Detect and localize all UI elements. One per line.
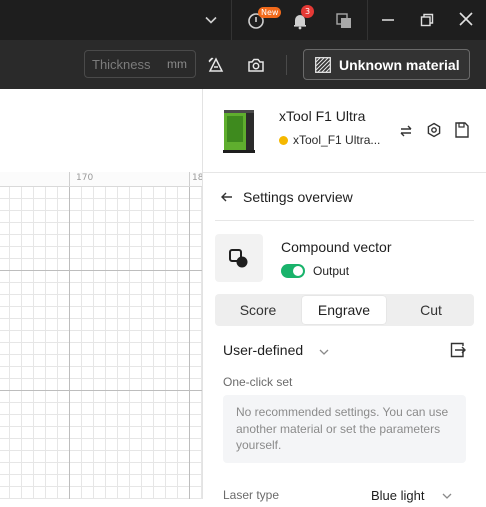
horizontal-ruler: 170 18 bbox=[0, 172, 203, 187]
device-thumbnail bbox=[221, 108, 257, 156]
save-icon[interactable] bbox=[453, 121, 471, 139]
object-thumbnail bbox=[215, 234, 263, 282]
toggle-knob bbox=[293, 266, 303, 276]
camera-icon[interactable] bbox=[245, 54, 267, 76]
object-name: Compound vector bbox=[281, 239, 392, 255]
device-connection[interactable]: xTool_F1 Ultra... bbox=[293, 133, 380, 147]
new-badge: New bbox=[258, 7, 282, 18]
chevron-down-icon bbox=[441, 489, 453, 507]
ruler-label-170: 170 bbox=[76, 173, 94, 183]
tab-cut[interactable]: Cut bbox=[388, 296, 474, 324]
tab-score[interactable]: Score bbox=[215, 296, 301, 324]
ruler-tick bbox=[189, 172, 190, 186]
settings-divider bbox=[215, 220, 474, 221]
close-icon[interactable] bbox=[457, 10, 475, 28]
toolbar-divider bbox=[286, 55, 287, 75]
chevron-down-icon bbox=[318, 345, 330, 363]
laser-type-dropdown[interactable]: Blue light bbox=[371, 487, 461, 503]
panel-divider bbox=[202, 89, 203, 499]
titlebar-divider bbox=[231, 0, 232, 40]
thickness-field[interactable]: mm bbox=[84, 50, 196, 78]
notification-count-badge: 3 bbox=[301, 5, 314, 18]
switch-device-icon[interactable] bbox=[397, 122, 415, 140]
minimize-icon[interactable] bbox=[380, 12, 396, 28]
laser-type-value: Blue light bbox=[371, 488, 425, 503]
material-texture-icon bbox=[315, 56, 331, 73]
auto-measure-icon[interactable] bbox=[205, 54, 227, 76]
chevron-down-icon[interactable] bbox=[203, 12, 219, 28]
back-arrow-icon[interactable] bbox=[219, 189, 235, 205]
title-bar bbox=[0, 0, 486, 40]
output-label: Output bbox=[313, 264, 350, 278]
export-settings-icon[interactable] bbox=[449, 341, 467, 359]
one-click-set-label: One-click set bbox=[223, 375, 293, 389]
tab-engrave[interactable]: Engrave bbox=[302, 296, 386, 324]
device-settings-icon[interactable] bbox=[425, 121, 443, 139]
process-tabs: Score Engrave Cut bbox=[215, 294, 474, 326]
preset-dropdown[interactable]: User-defined bbox=[223, 342, 333, 360]
output-toggle[interactable] bbox=[281, 264, 305, 278]
titlebar-divider-2 bbox=[367, 0, 368, 40]
compound-vector-icon bbox=[229, 249, 248, 268]
laser-type-label: Laser type bbox=[223, 488, 280, 502]
thickness-input[interactable] bbox=[92, 56, 162, 72]
restore-icon[interactable] bbox=[419, 12, 435, 28]
settings-overview-title[interactable]: Settings overview bbox=[243, 189, 353, 205]
connection-status-dot bbox=[279, 136, 288, 145]
ruler-tick bbox=[69, 172, 70, 186]
layers-icon[interactable] bbox=[333, 10, 355, 32]
material-button[interactable]: Unknown material bbox=[303, 49, 470, 80]
recommendation-info: No recommended settings. You can use ano… bbox=[223, 395, 466, 463]
device-name: xTool F1 Ultra bbox=[279, 108, 366, 124]
preset-label: User-defined bbox=[223, 342, 304, 358]
material-label: Unknown material bbox=[339, 56, 460, 73]
thickness-unit: mm bbox=[167, 57, 187, 71]
design-canvas[interactable] bbox=[0, 172, 203, 499]
device-divider bbox=[203, 172, 486, 173]
